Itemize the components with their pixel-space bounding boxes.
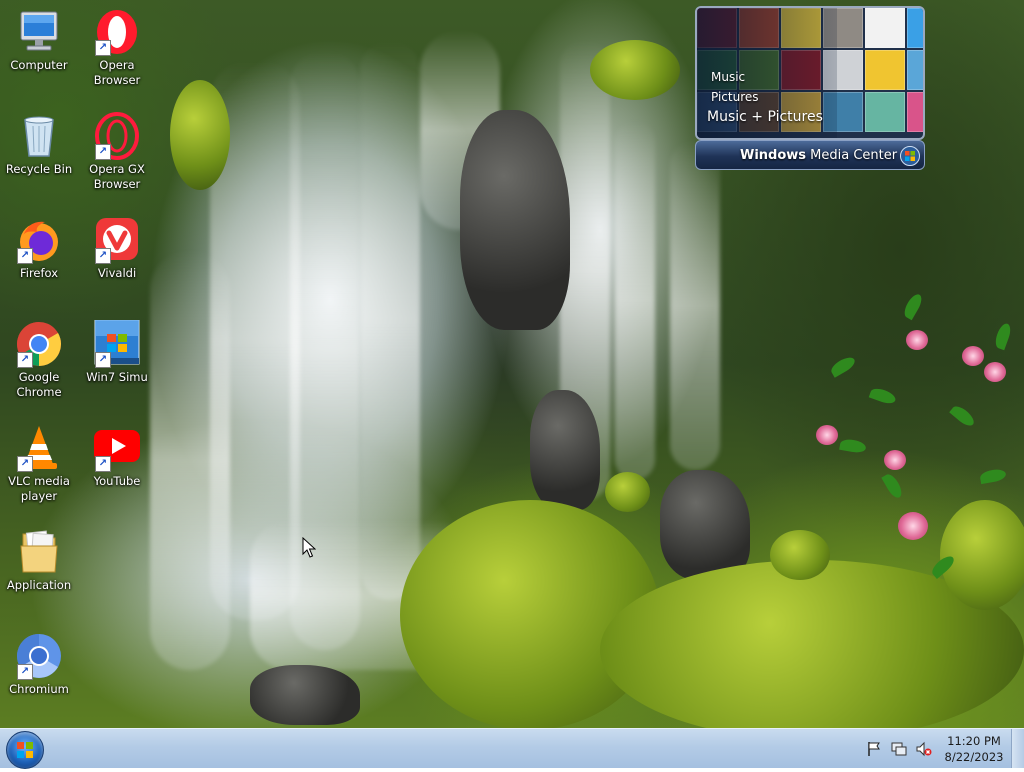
vivaldi-icon: ↗ [93,216,141,264]
menu-item-music[interactable]: Music [711,70,745,84]
shortcut-arrow-icon: ↗ [17,664,33,680]
media-center-launch-bar[interactable]: Windows Media Center [695,140,925,170]
firefox-icon: ↗ [15,216,63,264]
vlc-icon: ↗ [15,424,63,472]
media-tile-grid[interactable]: Music Pictures Music + Pictures [695,6,925,140]
desktop[interactable]: Computer ↗ Opera Browser Recycle Bin ↗ O… [0,0,1024,728]
shortcut-arrow-icon: ↗ [95,248,111,264]
brand-bold: Windows [740,148,807,163]
shortcut-arrow-icon: ↗ [17,352,33,368]
windows-logo-icon [900,146,920,166]
shortcut-arrow-icon: ↗ [95,352,111,368]
media-center-gadget[interactable]: Music Pictures Music + Pictures Windows … [695,6,925,170]
desktop-icon-vivaldi[interactable]: ↗ Vivaldi [80,216,154,281]
desktop-icon-vlc[interactable]: ↗ VLC media player [2,424,76,504]
desktop-icon-label: Opera Browser [93,58,141,87]
desktop-icon-win7-simu[interactable]: ↗ Win7 Simu [80,319,154,385]
volume-muted-icon[interactable] [916,741,932,757]
windows-logo-icon [17,742,33,758]
desktop-icon-label: Win7 Simu [86,370,148,384]
shortcut-arrow-icon: ↗ [95,40,111,56]
shortcut-arrow-icon: ↗ [17,456,33,472]
desktop-icon-label: Vivaldi [97,266,137,280]
brand-rest: Media Center [806,148,898,163]
desktop-icon-label: Firefox [19,266,59,280]
action-center-flag-icon[interactable] [866,741,882,757]
desktop-icon-opera[interactable]: ↗ Opera Browser [80,8,154,88]
desktop-icon-google-chrome[interactable]: ↗ Google Chrome [2,320,76,400]
taskbar-clock[interactable]: 11:20 PM 8/22/2023 [938,733,1010,765]
menu-item-pictures[interactable]: Pictures [711,90,759,104]
media-tile [865,50,905,90]
media-tile [865,8,905,48]
media-tile [907,92,923,132]
media-tile [907,8,923,48]
desktop-icon-label: VLC media player [8,474,70,503]
desktop-icon-chromium[interactable]: ↗ Chromium [2,632,76,697]
media-tile [865,92,905,132]
chromium-icon: ↗ [15,632,63,680]
media-center-brand: Windows Media Center [740,148,897,163]
shortcut-arrow-icon: ↗ [17,248,33,264]
chrome-icon: ↗ [15,320,63,368]
start-button[interactable] [6,731,44,769]
opera-gx-icon: ↗ [93,112,141,160]
computer-icon [15,8,63,56]
desktop-icon-label: Computer [10,58,68,72]
media-tile [907,50,923,90]
desktop-icon-label: YouTube [93,474,141,488]
clock-date: 8/22/2023 [944,750,1004,764]
menu-item-music-pictures[interactable]: Music + Pictures [707,109,823,125]
clock-time: 11:20 PM [947,734,1001,748]
desktop-icon-label: Recycle Bin [5,162,73,176]
desktop-icon-youtube[interactable]: ↗ YouTube [80,424,154,489]
recycle-bin-icon [15,112,63,160]
desktop-icon-label: Application [6,578,72,592]
desktop-icon-computer[interactable]: Computer [2,8,76,73]
desktop-icon-application[interactable]: Application [2,528,76,593]
desktop-icon-label: Opera GX Browser [89,162,145,191]
folder-icon [15,528,63,576]
network-icon[interactable] [891,741,907,757]
desktop-icon-firefox[interactable]: ↗ Firefox [2,216,76,281]
shortcut-arrow-icon: ↗ [95,144,111,160]
show-desktop-button[interactable] [1011,729,1024,768]
youtube-icon: ↗ [93,424,141,472]
desktop-icon-opera-gx[interactable]: ↗ Opera GX Browser [80,112,154,192]
taskbar: 11:20 PM 8/22/2023 [0,728,1024,769]
opera-icon: ↗ [93,8,141,56]
desktop-icon-recycle-bin[interactable]: Recycle Bin [2,112,76,177]
desktop-icon-label: Google Chrome [16,370,62,399]
desktop-icon-label: Chromium [9,682,69,696]
shortcut-arrow-icon: ↗ [95,456,111,472]
win7-simu-icon: ↗ [93,319,141,368]
